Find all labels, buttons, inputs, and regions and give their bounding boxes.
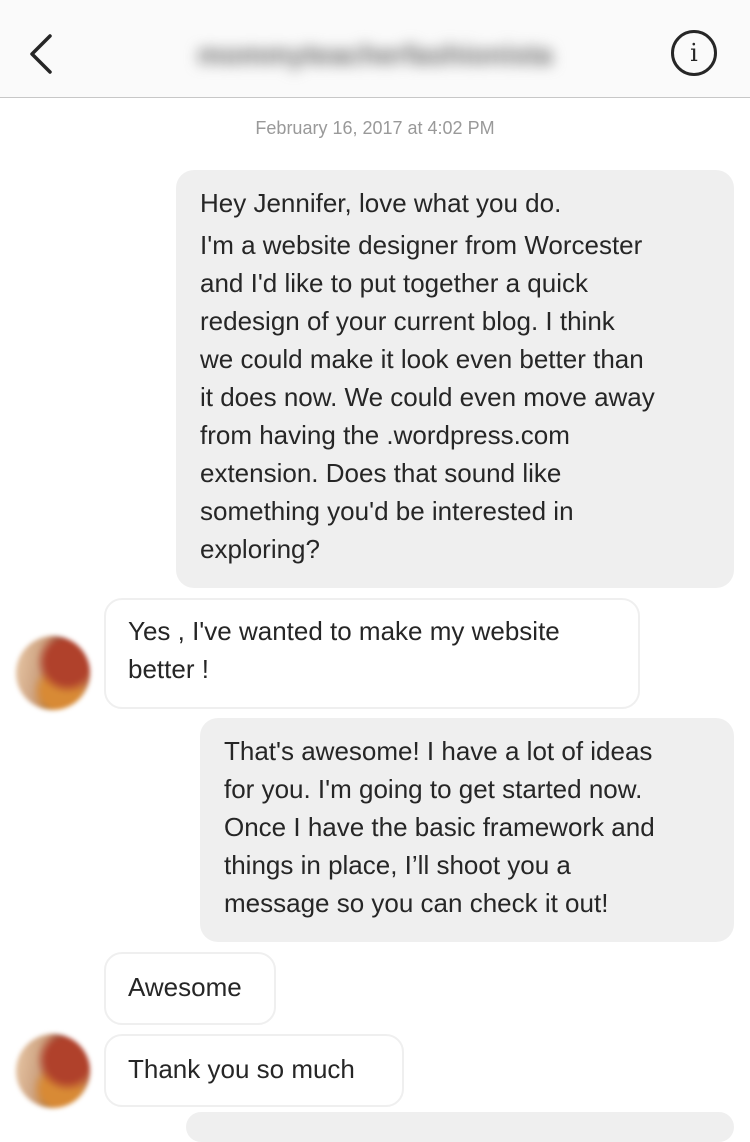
chevron-left-icon [30, 34, 52, 74]
message-line: things in place, I’ll shoot you a [224, 850, 571, 880]
message-line: better ! [128, 654, 209, 684]
sent-message-bubble[interactable]: That's awesome! I have a lot of ideas fo… [200, 718, 734, 942]
message-line: That's awesome! I have a lot of ideas [224, 736, 653, 766]
received-message-bubble[interactable]: Awesome [104, 952, 276, 1025]
message-line: Once I have the basic framework and [224, 812, 655, 842]
sender-avatar[interactable] [16, 1034, 90, 1108]
back-button[interactable] [20, 30, 60, 78]
message-line: and I'd like to put together a quick [200, 268, 588, 298]
message-line: from having the .wordpress.com [200, 420, 570, 450]
message-line: we could make it look even better than [200, 344, 644, 374]
message-line: exploring? [200, 534, 320, 564]
message-line: Thank you so much [128, 1054, 355, 1084]
message-line: Hey Jennifer, love what you do. [200, 188, 562, 218]
message-line: message so you can check it out! [224, 888, 609, 918]
message-line: Awesome [128, 972, 242, 1002]
message-line: something you'd be interested in [200, 496, 574, 526]
info-button[interactable]: i [671, 30, 717, 76]
message-timestamp: February 16, 2017 at 4:02 PM [255, 118, 495, 138]
sender-avatar[interactable] [16, 636, 90, 710]
sent-message-bubble[interactable]: Hey Jennifer, love what you do. I'm a we… [176, 170, 734, 588]
message-line: for you. I'm going to get started now. [224, 774, 643, 804]
message-line: redesign of your current blog. I think [200, 306, 615, 336]
message-line: I'm a website designer from Worcester [200, 230, 643, 260]
info-icon: i [690, 39, 698, 67]
message-line: it does now. We could even move away [200, 382, 655, 412]
received-message-bubble[interactable]: Thank you so much [104, 1034, 404, 1107]
message-line: extension. Does that sound like [200, 458, 562, 488]
chat-username-title[interactable]: mommyteacherfashionista [150, 35, 600, 75]
chat-header: mommyteacherfashionista i [0, 0, 750, 98]
sent-message-bubble-partial[interactable] [186, 1112, 734, 1142]
message-line: Yes , I've wanted to make my website [128, 616, 560, 646]
received-message-bubble[interactable]: Yes , I've wanted to make my website bet… [104, 598, 640, 709]
